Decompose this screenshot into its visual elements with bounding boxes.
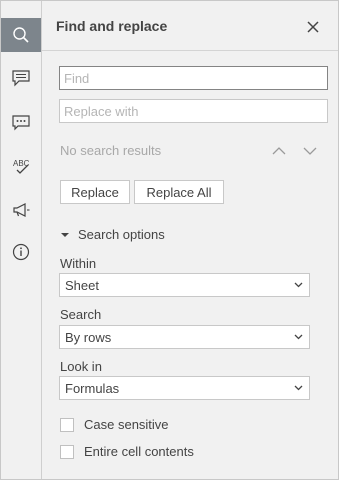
rail-search-button[interactable] (1, 18, 41, 52)
search-value: By rows (65, 329, 112, 345)
find-input[interactable] (59, 66, 328, 90)
header-divider (42, 50, 338, 51)
chevron-down-icon (294, 334, 303, 340)
chevron-down-icon (294, 385, 303, 391)
look-in-label: Look in (60, 359, 102, 374)
chevron-up-icon (272, 147, 286, 155)
megaphone-icon (13, 203, 30, 217)
look-in-select[interactable]: Formulas (59, 376, 310, 400)
previous-result-button[interactable] (269, 141, 289, 161)
replace-all-button[interactable]: Replace All (134, 180, 224, 204)
entire-cell-checkbox[interactable] (60, 445, 74, 459)
search-label: Search (60, 307, 102, 322)
rail-about-button[interactable] (1, 235, 41, 269)
search-select[interactable]: By rows (59, 325, 310, 349)
within-label: Within (60, 256, 97, 271)
app-frame: ABC Find and replace Find Replace with N… (0, 0, 339, 480)
left-toolbar: ABC (1, 1, 42, 479)
next-result-button[interactable] (300, 141, 320, 161)
find-replace-panel: Find and replace No search results Repla… (42, 1, 338, 479)
chevron-down-icon (303, 147, 317, 155)
chat-icon (12, 115, 30, 131)
rail-feedback-button[interactable] (1, 193, 41, 227)
close-button[interactable] (301, 15, 325, 39)
within-select[interactable]: Sheet (59, 273, 310, 297)
replace-button[interactable]: Replace (60, 180, 130, 204)
comment-icon (12, 70, 30, 87)
search-icon (13, 27, 29, 43)
entire-cell-label[interactable]: Entire cell contents (84, 444, 194, 459)
within-value: Sheet (65, 277, 99, 293)
panel-title: Find and replace (56, 18, 168, 34)
rail-comments-button[interactable] (1, 61, 41, 95)
spellcheck-icon: ABC (13, 159, 30, 174)
case-sensitive-label[interactable]: Case sensitive (84, 417, 169, 432)
chevron-down-icon (294, 282, 303, 288)
info-icon (12, 243, 30, 261)
case-sensitive-checkbox[interactable] (60, 418, 74, 432)
replace-input[interactable] (59, 99, 328, 123)
rail-spellcheck-button[interactable]: ABC (1, 149, 41, 183)
rail-chat-button[interactable] (1, 105, 41, 139)
search-status: No search results (60, 143, 162, 158)
search-options-label: Search options (78, 227, 165, 242)
close-icon (307, 21, 319, 33)
search-options-toggle[interactable]: Search options (60, 227, 165, 242)
caret-down-icon (61, 232, 69, 237)
look-in-value: Formulas (65, 380, 120, 396)
